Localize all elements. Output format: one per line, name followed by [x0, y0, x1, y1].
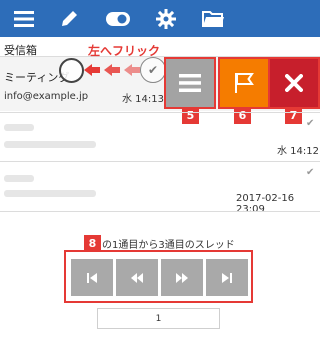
first-page-button[interactable]	[71, 259, 113, 296]
flag-action-button[interactable]	[218, 57, 270, 109]
menu-icon	[179, 74, 201, 92]
toggle-icon[interactable]	[98, 0, 138, 37]
last-page-icon	[222, 272, 232, 283]
last-page-button[interactable]	[206, 259, 248, 296]
message-from-blurred	[4, 141, 96, 148]
message-time: 水 14:13	[122, 94, 164, 105]
message-from-blurred	[4, 190, 96, 197]
swipe-left-arrows-icon	[84, 64, 140, 76]
delete-action-button[interactable]	[268, 57, 320, 109]
previous-page-button[interactable]	[116, 259, 158, 296]
message-subject-blurred	[4, 175, 34, 182]
next-page-button[interactable]	[161, 259, 203, 296]
close-icon	[285, 74, 303, 92]
next-page-icon	[176, 272, 188, 283]
page-number-field[interactable]: 1	[97, 308, 220, 329]
message-row[interactable]	[0, 113, 320, 161]
top-toolbar	[0, 0, 320, 37]
previous-page-icon	[131, 272, 143, 283]
touch-point-icon	[59, 58, 84, 83]
select-checkbox[interactable]: ✔	[140, 57, 166, 83]
message-from: info@example.jp	[4, 91, 89, 102]
first-page-icon	[87, 272, 97, 283]
message-subject-blurred	[4, 124, 34, 131]
compose-icon[interactable]	[49, 0, 89, 37]
folder-icon[interactable]	[193, 0, 233, 37]
paging-status: の1通目から3通目のスレッド	[102, 240, 235, 251]
read-check-icon: ✔	[306, 167, 315, 178]
settings-icon[interactable]	[146, 0, 186, 37]
flag-icon	[235, 73, 254, 93]
read-check-icon: ✔	[306, 118, 315, 129]
callout-number-8: 8	[84, 235, 101, 252]
message-time: 水 14:12	[277, 146, 319, 157]
menu-action-button[interactable]	[164, 57, 216, 109]
menu-icon[interactable]	[4, 0, 44, 37]
swipe-instruction-label: 左へフリック	[88, 44, 161, 58]
divider	[0, 211, 320, 212]
check-icon: ✔	[147, 63, 159, 77]
